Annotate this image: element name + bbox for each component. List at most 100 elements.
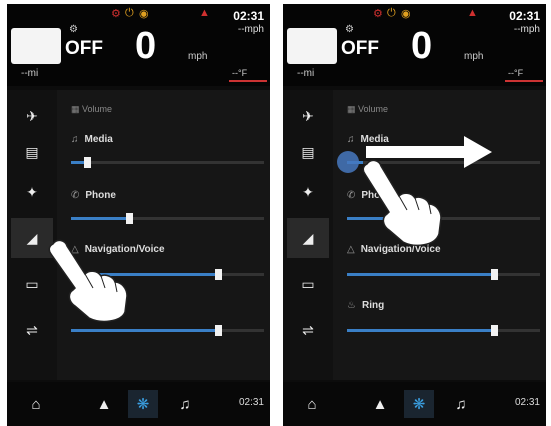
- navigation-button[interactable]: ▲: [365, 390, 395, 418]
- status-header: ⚙ ⏻ ◉ ▲ 02:31 --mph ⚙ OFF 0 mph --mi --°…: [283, 4, 546, 86]
- speed-unit-readout: --mph: [513, 24, 540, 35]
- gear-indicator-icon: ⚙: [69, 24, 78, 35]
- ring-volume-slider[interactable]: [347, 325, 540, 336]
- bottom-clock: 02:31: [238, 397, 264, 408]
- gear-status: OFF: [65, 38, 103, 59]
- speed-readout: 0: [411, 25, 433, 67]
- slider-thumb[interactable]: [491, 325, 498, 336]
- settings-gear-icon: ❋: [136, 396, 150, 413]
- phone-icon: ✆: [347, 190, 356, 201]
- sidebar-item-display[interactable]: ▭: [287, 264, 329, 304]
- sidebar-item-dashboard[interactable]: ▤: [11, 132, 53, 172]
- slider-thumb[interactable]: [84, 157, 91, 168]
- touch-point-indicator: [337, 151, 359, 173]
- speed-label: mph: [188, 51, 208, 62]
- info-tile: [287, 28, 337, 64]
- speaker-icon: ◢: [26, 229, 38, 246]
- oil-warning-icon: ▲: [467, 7, 478, 19]
- navigation-volume-slider[interactable]: [347, 269, 540, 280]
- speed-unit-readout: --mph: [237, 24, 264, 35]
- trip-readout: --mi: [297, 68, 315, 79]
- status-header: ⚙ ⏻ ◉ ▲ 02:31 --mph ⚙ OFF 0 mph --mi --°…: [7, 4, 270, 86]
- sidebar-item-motorcycle[interactable]: ✈: [11, 96, 53, 136]
- music-note-small-icon: ♫: [71, 134, 79, 145]
- bell-icon: ♨: [347, 300, 356, 311]
- speed-label: mph: [464, 51, 484, 62]
- bottom-bar: ⌂ ▲ ❋ ♫ 02:31: [283, 382, 546, 426]
- toggle-settings-icon: ⇌: [302, 321, 314, 338]
- power-icon: ⏻: [125, 7, 134, 19]
- section-title: ▦ Volume: [71, 104, 113, 114]
- bottom-clock: 02:31: [514, 397, 540, 408]
- home-button[interactable]: ⌂: [21, 390, 51, 418]
- temperature-warning-icon: ◉: [401, 8, 411, 20]
- sidebar-item-tools[interactable]: ✦: [11, 172, 53, 212]
- ring-label: ♨ Ring: [347, 300, 385, 311]
- navigation-button[interactable]: ▲: [89, 390, 119, 418]
- dragging-hand-icon: [362, 159, 442, 247]
- media-volume-slider[interactable]: [71, 157, 264, 168]
- navigation-arrow-icon: ▲: [96, 395, 112, 413]
- sidebar-item-audio[interactable]: ◢: [287, 218, 329, 258]
- clock: 02:31: [509, 9, 540, 23]
- wrench-icon: ✦: [302, 183, 314, 200]
- temperature-underline: [229, 80, 267, 82]
- clock: 02:31: [233, 9, 264, 23]
- sidebar-item-settings[interactable]: ⇌: [287, 310, 329, 350]
- ring-volume-slider[interactable]: [71, 325, 264, 336]
- music-note-icon: ♫: [179, 395, 191, 413]
- info-tile: [11, 28, 61, 64]
- navigation-arrow-icon: ▲: [372, 395, 388, 413]
- speaker-icon: ◢: [302, 229, 314, 246]
- tapping-hand-icon: [48, 239, 128, 323]
- volume-panel: ▦ Volume ♫ Media ✆ Phone △ Navigation/Voice: [57, 90, 270, 380]
- music-note-small-icon: ♫: [347, 134, 355, 145]
- slider-thumb[interactable]: [215, 269, 222, 280]
- display-icon: ▭: [25, 275, 39, 292]
- sidebar: ✈ ▤ ✦ ◢ ▭ ⇌: [283, 90, 333, 380]
- wrench-icon: ✦: [26, 183, 38, 200]
- gear-status: OFF: [341, 38, 379, 59]
- sidebar: ✈ ▤ ✦ ◢ ▭ ⇌: [7, 90, 57, 380]
- music-button[interactable]: ♫: [446, 390, 476, 418]
- engine-warning-icon: ⚙: [373, 8, 383, 20]
- slider-thumb[interactable]: [491, 269, 498, 280]
- temperature-warning-icon: ◉: [139, 8, 149, 20]
- sidebar-item-dashboard[interactable]: ▤: [287, 132, 329, 172]
- slider-thumb[interactable]: [215, 325, 222, 336]
- speed-readout: 0: [135, 25, 157, 67]
- speaker-small-icon: ▦: [347, 104, 359, 114]
- music-button[interactable]: ♫: [170, 390, 200, 418]
- settings-button[interactable]: ❋: [404, 390, 434, 418]
- dashboard-icon: ▤: [301, 143, 315, 160]
- sidebar-item-motorcycle[interactable]: ✈: [287, 96, 329, 136]
- speaker-small-icon: ▦: [71, 104, 83, 114]
- bottom-bar: ⌂ ▲ ❋ ♫ 02:31: [7, 382, 270, 426]
- screen-after: ⚙ ⏻ ◉ ▲ 02:31 --mph ⚙ OFF 0 mph --mi --°…: [283, 4, 546, 426]
- oil-warning-icon: ▲: [199, 7, 210, 19]
- settings-gear-icon: ❋: [412, 396, 426, 413]
- slider-thumb[interactable]: [126, 213, 133, 224]
- screen-before: ⚙ ⏻ ◉ ▲ 02:31 --mph ⚙ OFF 0 mph --mi --°…: [7, 4, 270, 426]
- section-title: ▦ Volume: [347, 104, 389, 114]
- media-label: ♫ Media: [71, 134, 113, 145]
- home-icon: ⌂: [307, 395, 317, 413]
- home-icon: ⌂: [31, 395, 41, 413]
- phone-label: ✆ Phone: [71, 190, 116, 201]
- settings-button[interactable]: ❋: [128, 390, 158, 418]
- gear-indicator-icon: ⚙: [345, 24, 354, 35]
- toggle-settings-icon: ⇌: [26, 321, 38, 338]
- temperature-readout: --°F: [508, 68, 524, 78]
- trip-readout: --mi: [21, 68, 39, 79]
- navigation-triangle-icon: △: [347, 244, 355, 255]
- music-note-icon: ♫: [455, 395, 467, 413]
- phone-volume-slider[interactable]: [71, 213, 264, 224]
- sidebar-item-tools[interactable]: ✦: [287, 172, 329, 212]
- temperature-underline: [505, 80, 543, 82]
- home-button[interactable]: ⌂: [297, 390, 327, 418]
- phone-icon: ✆: [71, 190, 80, 201]
- power-icon: ⏻: [387, 7, 396, 19]
- engine-warning-icon: ⚙: [111, 8, 121, 20]
- motorcycle-icon: ✈: [302, 107, 314, 124]
- dashboard-icon: ▤: [25, 143, 39, 160]
